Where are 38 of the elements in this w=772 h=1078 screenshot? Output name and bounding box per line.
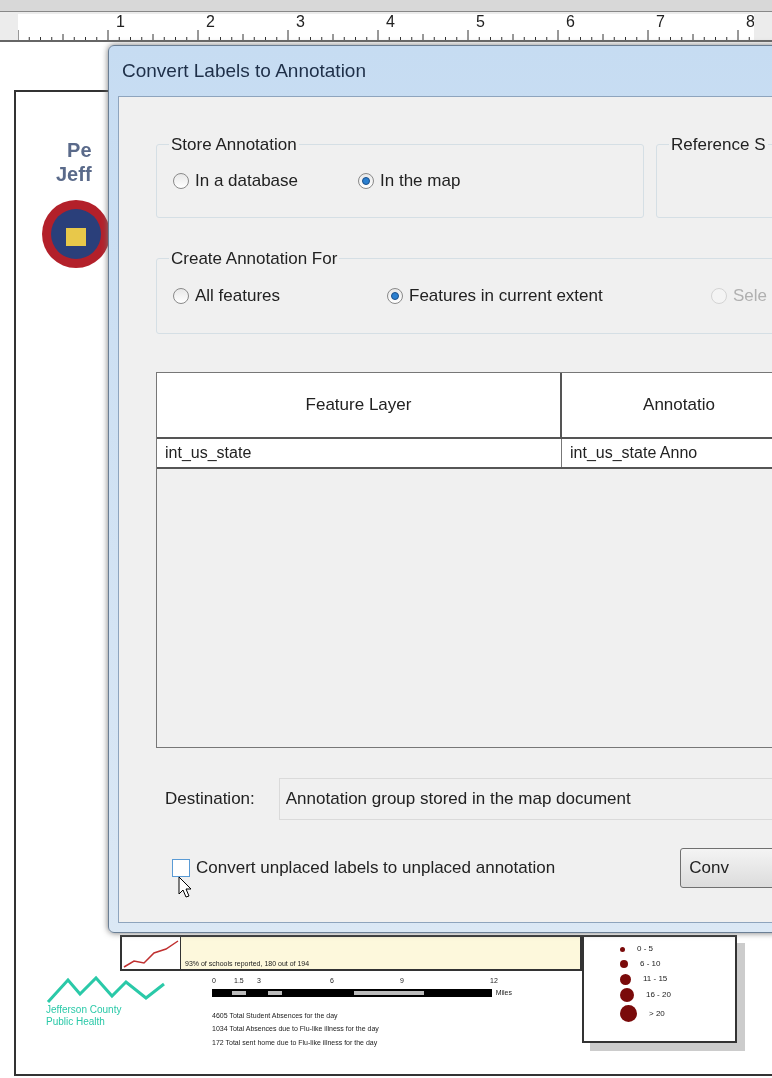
radio-button[interactable] [387,288,403,304]
map-title: Pe [67,138,92,162]
legend-label: 0 - 5 [637,943,653,955]
radio-label: Features in current extent [409,285,603,308]
radio-button[interactable] [173,173,189,189]
legend-label: > 20 [649,1007,665,1020]
map-title: Jeff [56,162,92,186]
destination-label: Destination: [165,788,255,811]
ruler-label: 5 [476,14,485,30]
ruler-label: 8 [746,14,754,30]
legend-label: 11 - 15 [643,973,668,985]
ruler-label: 6 [566,14,575,30]
logo-text: Jefferson County [46,1004,122,1016]
ruler-label: 3 [296,14,305,30]
logo-text: Public Health [46,1016,105,1028]
mouse-cursor-icon [178,876,192,899]
checkbox[interactable] [172,859,190,877]
radio-label: In a database [195,170,299,193]
table-cell: int_us_state Anno [562,439,772,467]
checkbox-label: Convert unplaced labels to unplaced annotation [196,857,556,880]
legend-label: 6 - 10 [640,958,661,970]
column-header[interactable]: Annotatio [562,373,772,437]
ruler-label: 1 [116,14,125,30]
destination-field[interactable]: Annotation group stored in the map document [278,778,772,820]
radio-button[interactable] [173,288,189,304]
sparkline-drawing [122,937,180,969]
column-header[interactable]: Feature Layer [157,373,562,437]
ruler-label: 7 [656,14,665,30]
radio-button[interactable] [358,173,375,189]
radio-label: In the map [380,170,461,193]
ruler-label: 2 [206,14,215,30]
legend-label: 16 - 20 [646,989,671,1001]
table-cell: int_us_state [157,439,562,467]
ruler-label: 4 [386,14,395,30]
radio-label: All features [195,285,281,308]
convert-button[interactable]: Conv [680,848,772,888]
window-title: Convert Labels to Annotation [122,58,366,83]
radio-label: Sele [733,285,768,308]
